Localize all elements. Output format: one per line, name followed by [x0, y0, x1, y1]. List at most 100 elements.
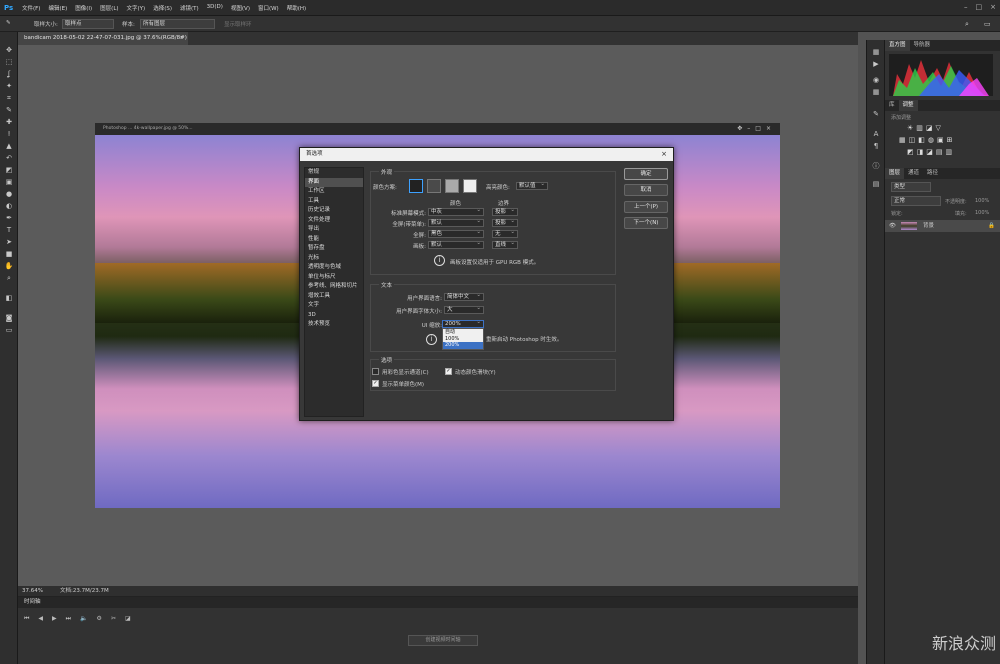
adjustment-icons-row2[interactable]: ▦◫◧◍▣⊞ — [899, 136, 955, 144]
theme-swatch-darkest[interactable] — [409, 179, 423, 193]
tab-adjustments[interactable]: 调整 — [898, 100, 918, 111]
minimize-icon[interactable]: – — [964, 3, 968, 11]
document-tab[interactable]: bandicam 2018-05-02 22-47-07-031.jpg @ 3… — [18, 32, 188, 45]
layer-kind-filter[interactable]: 类型 — [891, 182, 931, 192]
pref-nav-item[interactable]: 透明度与色域 — [305, 263, 363, 273]
dodge-tool-icon[interactable]: ◐ — [4, 202, 14, 211]
history-brush-icon[interactable]: ↶ — [4, 154, 14, 163]
dialog-close-icon[interactable]: × — [661, 148, 667, 161]
paragraph-panel-icon[interactable]: ¶ — [871, 142, 881, 151]
tab-library[interactable]: 库 — [885, 100, 899, 111]
ok-button[interactable]: 确定 — [624, 168, 668, 180]
fullscreen-color[interactable]: 黑色 — [428, 229, 484, 238]
zoom-tool-icon[interactable]: ⌕ — [4, 274, 14, 283]
fullscreen-menu-border[interactable]: 投影 — [492, 218, 518, 227]
theme-swatch-lightest[interactable] — [463, 179, 477, 193]
menu-image[interactable]: 图像(I) — [75, 4, 92, 12]
settings-icon[interactable]: ⚙ — [97, 615, 102, 623]
sample-select[interactable]: 所有图层 — [140, 19, 215, 29]
theme-swatch-light[interactable] — [445, 179, 459, 193]
properties-panel-icon[interactable]: ▤ — [871, 180, 881, 189]
history-panel-icon[interactable]: ▦ — [871, 48, 881, 57]
next-frame-icon[interactable]: ⏭ — [66, 615, 71, 623]
lasso-tool-icon[interactable]: ʆ — [4, 70, 14, 79]
brushes-panel-icon[interactable]: ✎ — [871, 110, 881, 119]
tab-paths[interactable]: 路径 — [923, 168, 942, 179]
menu-view[interactable]: 视图(V) — [231, 4, 250, 12]
fullscreen-menu-color[interactable]: 默认 — [428, 218, 484, 227]
standard-screen-color[interactable]: 中灰 — [428, 207, 484, 216]
pref-nav-item[interactable]: 文字 — [305, 301, 363, 311]
sample-size-select[interactable]: 取样点 — [62, 19, 114, 29]
crop-tool-icon[interactable]: ⌗ — [4, 94, 14, 103]
create-timeline-button[interactable]: 创建视频时间轴 — [408, 635, 478, 646]
fill-value[interactable]: 100% — [975, 210, 989, 216]
tab-histogram[interactable]: 直方图 — [885, 40, 910, 51]
gradient-tool-icon[interactable]: ▣ — [4, 178, 14, 187]
eyedropper-icon[interactable]: ✎ — [6, 20, 11, 26]
tab-channels[interactable]: 通道 — [904, 168, 923, 179]
info-panel-icon[interactable]: ⓘ — [871, 162, 881, 171]
menu-colors-checkbox[interactable]: ✓ — [372, 380, 379, 387]
hand-tool-icon[interactable]: ✋ — [4, 262, 14, 271]
swatches-panel-icon[interactable]: ▦ — [871, 88, 881, 97]
healing-tool-icon[interactable]: ✚ — [4, 118, 14, 127]
menu-filter[interactable]: 滤镜(T) — [180, 4, 199, 12]
character-panel-icon[interactable]: A — [871, 130, 881, 139]
theme-swatch-dark[interactable] — [427, 179, 441, 193]
prev-button[interactable]: 上一个(P) — [624, 201, 668, 213]
pref-nav-item[interactable]: 工具 — [305, 197, 363, 207]
quick-mask-icon[interactable]: ◙ — [4, 314, 14, 323]
pen-tool-icon[interactable]: ✒ — [4, 214, 14, 223]
pref-nav-item[interactable]: 界面 — [305, 177, 363, 187]
shape-tool-icon[interactable]: ■ — [4, 250, 14, 259]
menu-layer[interactable]: 图层(L) — [100, 4, 118, 12]
highlight-color-select[interactable]: 默认值 — [516, 181, 548, 190]
play-icon[interactable]: ▶ — [52, 615, 57, 623]
zoom-level[interactable]: 37.64% — [22, 586, 43, 596]
quick-select-tool-icon[interactable]: ✦ — [4, 82, 14, 91]
menu-type[interactable]: 文字(Y) — [127, 4, 146, 12]
close-icon[interactable]: × — [990, 3, 996, 11]
pref-nav-item[interactable]: 光标 — [305, 254, 363, 264]
stamp-tool-icon[interactable]: ▲ — [4, 142, 14, 151]
pref-nav-item[interactable]: 文件处理 — [305, 216, 363, 226]
menu-edit[interactable]: 编辑(E) — [48, 4, 67, 12]
artboard-color[interactable]: 默认 — [428, 240, 484, 249]
blend-mode-select[interactable]: 正常 — [891, 196, 941, 206]
layer-row[interactable]: 👁 背景 🔒 — [885, 220, 1000, 232]
pref-nav-item[interactable]: 技术预览 — [305, 320, 363, 330]
eraser-tool-icon[interactable]: ◩ — [4, 166, 14, 175]
ui-scaling-select[interactable]: 200% — [442, 319, 484, 328]
pref-nav-item[interactable]: 增效工具 — [305, 292, 363, 302]
marquee-tool-icon[interactable]: ⬚ — [4, 58, 14, 67]
pref-nav-item[interactable]: 常规 — [305, 168, 363, 178]
fullscreen-border[interactable]: 无 — [492, 229, 518, 238]
menu-select[interactable]: 选择(S) — [153, 4, 172, 12]
opacity-value[interactable]: 100% — [975, 198, 989, 204]
path-select-icon[interactable]: ➤ — [4, 238, 14, 247]
close-tab-icon[interactable]: × — [179, 32, 184, 45]
color-channels-checkbox[interactable] — [372, 368, 379, 375]
pref-nav-item[interactable]: 单位与标尺 — [305, 273, 363, 283]
cancel-button[interactable]: 取消 — [624, 184, 668, 196]
search-icon[interactable]: ⌕ — [965, 20, 969, 29]
color-swatch-icon[interactable]: ◧ — [4, 294, 14, 303]
type-tool-icon[interactable]: T — [4, 226, 14, 235]
inner-window-controls[interactable]: ✥–□× — [737, 123, 776, 135]
show-ring-checkbox[interactable]: 显示取样环 — [224, 20, 252, 28]
tab-navigator[interactable]: 导航器 — [910, 40, 935, 51]
menu-3d[interactable]: 3D(D) — [207, 4, 223, 12]
standard-screen-border[interactable]: 投影 — [492, 207, 518, 216]
first-frame-icon[interactable]: ⏮ — [24, 615, 29, 623]
pref-nav-item[interactable]: 暂存盘 — [305, 244, 363, 254]
tab-layers[interactable]: 图层 — [885, 168, 905, 179]
artboard-border[interactable]: 直线 — [492, 240, 518, 249]
blur-tool-icon[interactable]: ● — [4, 190, 14, 199]
ui-font-size-select[interactable]: 大 — [444, 305, 484, 314]
adjustment-icons[interactable]: ☀▥◪▽ — [907, 124, 944, 132]
adjustment-icons-row3[interactable]: ◩◨◪▤▥ — [907, 148, 955, 156]
eyedropper-tool-icon[interactable]: ✎ — [4, 106, 14, 115]
ui-scaling-option[interactable]: 200% — [443, 342, 483, 349]
pref-nav-item[interactable]: 导出 — [305, 225, 363, 235]
